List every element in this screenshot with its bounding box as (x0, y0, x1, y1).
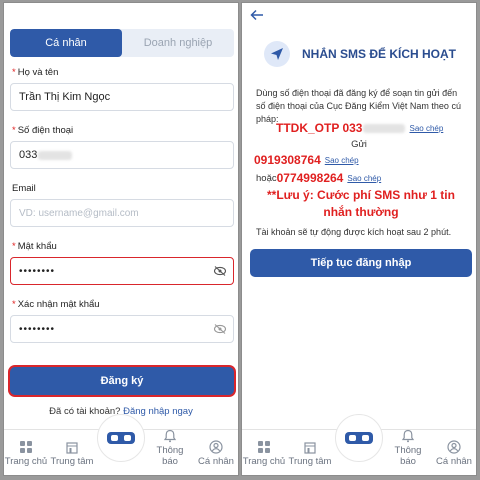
building-icon (304, 442, 316, 454)
register-button[interactable]: Đăng ký (10, 367, 234, 395)
email-placeholder: VD: username@gmail.com (19, 207, 139, 219)
center-action-button[interactable] (97, 414, 145, 462)
nav-notifications[interactable]: Thông báo (148, 429, 192, 467)
vr-goggles-icon (107, 432, 135, 444)
home-grid-icon (20, 441, 32, 453)
nav-home[interactable]: Trang chủ (4, 440, 48, 467)
fee-note: **Lưu ý: Cước phí SMS như 1 tin nhắn thư… (267, 188, 455, 219)
eye-off-icon[interactable] (213, 265, 227, 277)
back-arrow-icon[interactable] (250, 9, 264, 21)
bell-icon (163, 429, 177, 443)
phone-redacted (38, 150, 73, 160)
register-screen: Cá nhân Doanh nghiệp * Họ và tên Trần Thị… (3, 2, 239, 476)
activation-note: Tài khoản sẽ tự động được kích hoạt sau … (256, 227, 452, 237)
phone-field[interactable]: 033 (10, 141, 234, 169)
send-icon (271, 48, 283, 60)
send-label: Gửi (351, 139, 367, 150)
title-row: NHẮN SMS ĐỂ KÍCH HOẠT (264, 41, 456, 67)
sms-activation-screen: NHẮN SMS ĐỂ KÍCH HOẠT Dùng số điện thoại… (241, 2, 477, 476)
confirm-password-value: •••••••• (19, 323, 56, 335)
name-label: * Họ và tên (12, 67, 59, 78)
phone-value: 033 (19, 149, 38, 161)
continue-login-button[interactable]: Tiếp tục đăng nhập (250, 249, 472, 277)
home-grid-icon (258, 441, 270, 453)
phone-number-2: hoặc 0774998264 Sao chép (256, 171, 382, 185)
user-icon (447, 440, 461, 454)
phone-label: * Số điện thoại (12, 125, 74, 136)
password-value: •••••••• (19, 265, 56, 277)
center-action-button[interactable] (335, 414, 383, 462)
copy-number-1-link[interactable]: Sao chép (325, 156, 359, 165)
account-type-tabs: Cá nhân Doanh nghiệp (10, 29, 234, 57)
email-label: Email (12, 183, 36, 194)
confirm-password-field[interactable]: •••••••• (10, 315, 234, 343)
confirm-password-label: * Xác nhận mật khẩu (12, 299, 100, 310)
bottom-nav: Trang chủ Trung tâm Thông báo Cá nhân (4, 414, 238, 475)
sms-syntax: TTDK_OTP 033 Sao chép (276, 121, 444, 135)
vr-goggles-icon (345, 432, 373, 444)
password-field[interactable]: •••••••• (10, 257, 234, 285)
copy-number-2-link[interactable]: Sao chép (347, 174, 381, 183)
email-field[interactable]: VD: username@gmail.com (10, 199, 234, 227)
tab-personal[interactable]: Cá nhân (10, 29, 122, 57)
bottom-nav: Trang chủ Trung tâm Thông báo Cá nhân (242, 414, 476, 475)
tab-business[interactable]: Doanh nghiệp (122, 29, 234, 57)
bell-icon (401, 429, 415, 443)
nav-home[interactable]: Trang chủ (242, 440, 286, 467)
send-icon-wrap (264, 41, 290, 67)
nav-center[interactable]: Trung tâm (288, 440, 332, 467)
copy-syntax-link[interactable]: Sao chép (409, 124, 443, 133)
syntax-redacted (363, 123, 406, 133)
user-icon (209, 440, 223, 454)
login-link[interactable]: Đăng nhập ngay (123, 406, 193, 417)
nav-center[interactable]: Trung tâm (50, 440, 94, 467)
password-label: * Mật khẩu (12, 241, 57, 252)
name-value: Trần Thị Kim Ngọc (19, 91, 111, 103)
phone-number-1: 0919308764 Sao chép (254, 153, 359, 167)
name-field[interactable]: Trần Thị Kim Ngọc (10, 83, 234, 111)
nav-profile[interactable]: Cá nhân (432, 440, 476, 467)
eye-off-icon[interactable] (213, 323, 227, 335)
nav-profile[interactable]: Cá nhân (194, 440, 238, 467)
page-title: NHẮN SMS ĐỂ KÍCH HOẠT (302, 47, 457, 61)
nav-notifications[interactable]: Thông báo (386, 429, 430, 467)
building-icon (66, 442, 78, 454)
